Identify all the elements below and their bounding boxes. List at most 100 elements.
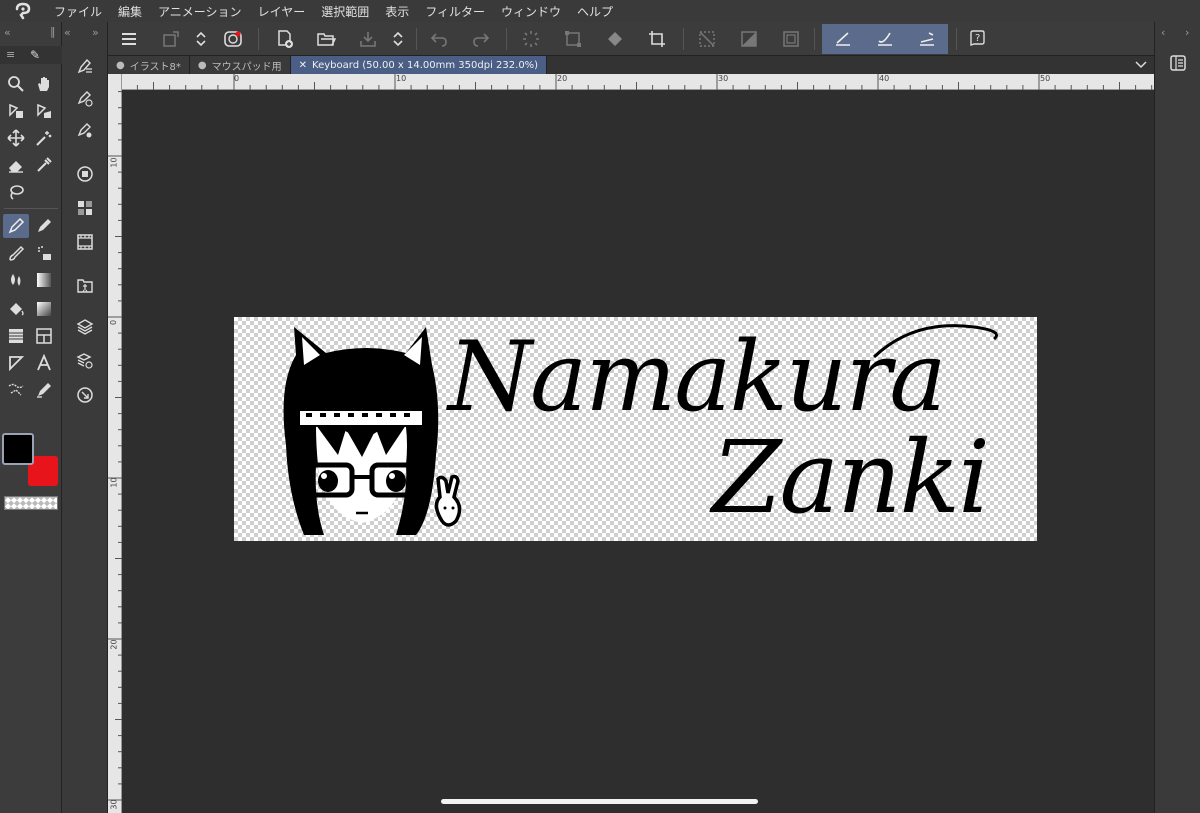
palette-dock: « »	[62, 22, 108, 813]
artboard-canvas[interactable]: Namakura Zanki	[234, 317, 1037, 541]
correct-line-icon[interactable]	[31, 378, 57, 402]
toolbar-separator	[814, 28, 815, 50]
sub-tool-pen-icon[interactable]	[72, 54, 98, 78]
tab-list-chevron-down-icon[interactable]	[1128, 56, 1154, 74]
crop-icon[interactable]	[644, 26, 670, 52]
collapse-left-icon[interactable]: «	[4, 26, 11, 39]
help-icon[interactable]: ?	[964, 26, 990, 52]
color-set-icon[interactable]	[72, 196, 98, 220]
panel-toggle-icon[interactable]	[1169, 54, 1187, 72]
move-icon[interactable]	[3, 126, 29, 150]
main-color-swatch[interactable]	[2, 433, 34, 465]
blend-icon[interactable]	[3, 268, 29, 292]
tab-keyboard[interactable]: ✕ Keyboard (50.00 x 14.00mm 350dpi 232.0%…	[290, 56, 548, 74]
text-icon[interactable]	[31, 351, 57, 375]
hand-icon[interactable]	[31, 72, 57, 96]
object-select-icon[interactable]	[3, 99, 29, 123]
menu-edit[interactable]: 編集	[110, 3, 150, 20]
horizontal-ruler[interactable]: 0 10 20 30 40 50	[108, 74, 1154, 90]
pen-tool-icon[interactable]	[3, 214, 29, 238]
zoom-icon[interactable]	[3, 72, 29, 96]
collapse-left-icon[interactable]: «	[64, 26, 71, 39]
menu-layer[interactable]: レイヤー	[250, 3, 314, 20]
menu-file[interactable]: ファイル	[46, 3, 110, 20]
balloon-icon[interactable]	[3, 378, 29, 402]
invert-icon[interactable]	[736, 26, 762, 52]
save-icon[interactable]	[355, 26, 381, 52]
up-down-icon[interactable]	[188, 26, 214, 52]
transparent-color-swatch[interactable]	[4, 496, 58, 510]
fill-icon[interactable]	[3, 297, 29, 321]
deselect-icon[interactable]	[694, 26, 720, 52]
redo-icon[interactable]	[468, 26, 494, 52]
timeline-icon[interactable]	[72, 230, 98, 254]
tab-label: マウスパッド用	[211, 61, 282, 73]
gradient-icon[interactable]	[31, 268, 57, 292]
pen-stroke-3-icon[interactable]	[914, 26, 940, 52]
eraser-icon[interactable]	[3, 153, 29, 177]
pen-stroke-1-icon[interactable]	[830, 26, 856, 52]
ruler-label: 50	[1040, 74, 1051, 83]
up-down-icon[interactable]	[385, 26, 411, 52]
figure-icon[interactable]	[3, 324, 29, 348]
toolbar-separator	[683, 28, 684, 50]
undo-icon[interactable]	[426, 26, 452, 52]
tool-divider	[4, 208, 58, 209]
new-layer-icon[interactable]	[158, 26, 184, 52]
border-icon[interactable]	[778, 26, 804, 52]
tab-close-icon[interactable]: ✕	[299, 60, 307, 71]
cloud-icon[interactable]	[220, 26, 246, 52]
tool-property-icon[interactable]	[72, 119, 98, 143]
color-circle-icon[interactable]	[72, 162, 98, 186]
gradient-fill-icon[interactable]	[31, 297, 57, 321]
menu-window[interactable]: ウィンドウ	[493, 3, 569, 20]
brush-icon[interactable]	[3, 241, 29, 265]
layer-select-icon[interactable]	[31, 99, 57, 123]
navigator-icon[interactable]	[72, 383, 98, 407]
loading-icon[interactable]	[518, 26, 544, 52]
menu-animation[interactable]: アニメーション	[150, 3, 250, 20]
pen-stroke-2-icon[interactable]	[872, 26, 898, 52]
app-logo-icon[interactable]	[0, 0, 46, 22]
fill-icon[interactable]	[602, 26, 628, 52]
menu-filter[interactable]: フィルター	[417, 3, 493, 20]
pen-brush-icon[interactable]: ✎	[30, 48, 40, 62]
ruler-label: 30	[718, 74, 729, 83]
tab-mousepad[interactable]: ● マウスパッド用	[189, 56, 291, 74]
menu-icon[interactable]	[116, 26, 142, 52]
layer-property-icon[interactable]	[72, 349, 98, 373]
tab-illust8[interactable]: ● イラスト8*	[108, 56, 190, 74]
frame-border-icon[interactable]	[31, 324, 57, 348]
new-file-icon[interactable]	[272, 26, 298, 52]
magic-wand-icon[interactable]	[31, 126, 57, 150]
airbrush-icon[interactable]	[31, 241, 57, 265]
ruler-label: 0	[109, 319, 119, 326]
transform-icon[interactable]	[560, 26, 586, 52]
tab-spacer	[547, 56, 1128, 74]
toolbar-separator	[506, 28, 507, 50]
tab-mark: ●	[116, 59, 125, 71]
palette-grip-icon[interactable]: ‖	[50, 25, 56, 38]
toolbar-separator	[956, 28, 957, 50]
tool-menu-icon[interactable]: ≡	[6, 48, 15, 61]
tab-label: イラスト8*	[129, 61, 181, 73]
eyedropper-icon[interactable]	[31, 153, 57, 177]
material-icon[interactable]	[72, 273, 98, 297]
chevron-left-icon[interactable]: ‹	[1161, 26, 1165, 39]
expand-right-icon[interactable]: »	[92, 26, 99, 39]
chevron-right-icon[interactable]: ›	[1185, 26, 1189, 39]
open-folder-icon[interactable]	[313, 26, 339, 52]
lasso-icon[interactable]	[3, 180, 29, 204]
ruler-label: 40	[879, 74, 890, 83]
home-indicator[interactable]	[441, 799, 758, 804]
menu-help[interactable]: ヘルプ	[569, 3, 621, 20]
vertical-ruler[interactable]: 10 0 10 20 30	[108, 74, 122, 813]
menu-view[interactable]: 表示	[377, 3, 417, 20]
menu-selection[interactable]: 選択範囲	[313, 3, 377, 20]
tab-label: Keyboard (50.00 x 14.00mm 350dpi 232.0%)	[312, 59, 539, 71]
ruler-icon[interactable]	[3, 351, 29, 375]
sub-tool-brush-size-icon[interactable]	[72, 87, 98, 111]
layers-icon[interactable]	[72, 315, 98, 339]
ruler-label: 30	[109, 799, 119, 810]
pencil-icon[interactable]	[31, 214, 57, 238]
